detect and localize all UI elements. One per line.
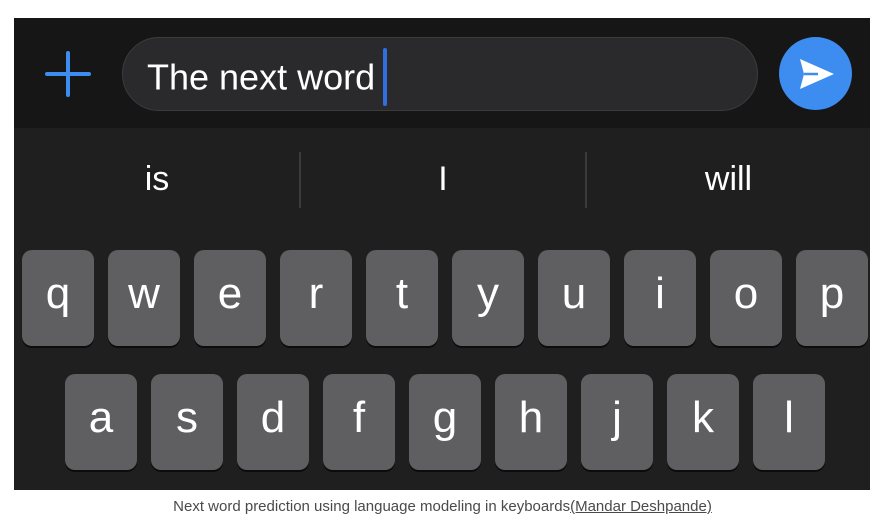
prediction-suggestion[interactable]: I bbox=[301, 148, 585, 210]
key-t[interactable]: t bbox=[366, 250, 438, 346]
key-e[interactable]: e bbox=[194, 250, 266, 346]
composer-bar: The next word bbox=[14, 18, 870, 128]
caption-source-link[interactable]: (Mandar Deshpande) bbox=[570, 498, 712, 515]
key-a[interactable]: a bbox=[65, 374, 137, 470]
caption-text: Next word prediction using language mode… bbox=[173, 498, 571, 515]
send-button[interactable] bbox=[779, 37, 852, 110]
add-attachment-button[interactable] bbox=[44, 50, 92, 98]
prediction-bar: is I will bbox=[14, 148, 870, 210]
message-text: The next word bbox=[147, 56, 376, 98]
key-s[interactable]: s bbox=[151, 374, 223, 470]
message-input[interactable]: The next word bbox=[122, 37, 758, 111]
key-r[interactable]: r bbox=[280, 250, 352, 346]
send-arrow-icon bbox=[800, 59, 834, 89]
key-o[interactable]: o bbox=[710, 250, 782, 346]
prediction-suggestion[interactable]: will bbox=[587, 148, 870, 210]
key-w[interactable]: w bbox=[108, 250, 180, 346]
key-j[interactable]: j bbox=[581, 374, 653, 470]
key-q[interactable]: q bbox=[22, 250, 94, 346]
key-i[interactable]: i bbox=[624, 250, 696, 346]
key-p[interactable]: p bbox=[796, 250, 868, 346]
prediction-suggestion[interactable]: is bbox=[14, 148, 300, 210]
plus-icon bbox=[45, 51, 91, 97]
text-caret bbox=[383, 48, 388, 106]
figure-caption: Next word prediction using language mode… bbox=[0, 498, 885, 515]
key-l[interactable]: l bbox=[753, 374, 825, 470]
key-g[interactable]: g bbox=[409, 374, 481, 470]
phone-keyboard-screenshot: The next word is I will q w e r t y u i … bbox=[14, 18, 870, 490]
key-d[interactable]: d bbox=[237, 374, 309, 470]
message-input-text: The next word bbox=[147, 48, 388, 109]
key-k[interactable]: k bbox=[667, 374, 739, 470]
key-f[interactable]: f bbox=[323, 374, 395, 470]
key-y[interactable]: y bbox=[452, 250, 524, 346]
key-h[interactable]: h bbox=[495, 374, 567, 470]
key-u[interactable]: u bbox=[538, 250, 610, 346]
